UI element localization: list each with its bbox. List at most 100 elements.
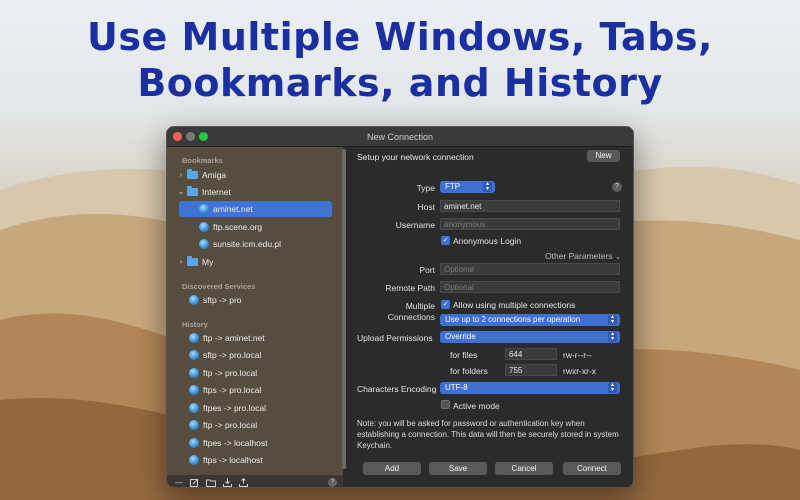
history-item-label: sftp -> pro.local — [203, 350, 262, 360]
chevron-right-icon[interactable]: › — [177, 167, 185, 183]
zoom-window-button[interactable] — [199, 132, 208, 141]
history-item-label: ftp -> aminet.net — [203, 333, 265, 343]
save-button[interactable]: Save — [429, 462, 487, 475]
chevron-down-icon[interactable]: ⌄ — [177, 184, 185, 200]
export-icon[interactable] — [239, 477, 248, 487]
encoding-select[interactable]: UTF-8 ▴ ▾ — [440, 382, 620, 394]
headline-line-2: Bookmarks, and History — [137, 61, 663, 105]
history-item[interactable]: ftpes -> localhost — [189, 435, 268, 451]
new-button[interactable]: New — [587, 150, 620, 162]
connect-button[interactable]: Connect — [563, 462, 621, 475]
sidebar-item-label: aminet.net — [213, 204, 253, 214]
folder-icon — [187, 256, 198, 266]
import-icon[interactable] — [223, 478, 232, 487]
chevron-updown-icon: ▴ ▾ — [608, 331, 617, 342]
username-field[interactable]: anonymous — [440, 218, 620, 230]
for-files-label: for files — [450, 350, 478, 360]
chevron-updown-icon: ▴ ▾ — [608, 314, 617, 325]
help-icon[interactable]: ? — [328, 477, 337, 487]
type-select[interactable]: FTP ▴ ▾ — [440, 181, 495, 193]
help-icon[interactable]: ? — [612, 182, 622, 192]
globe-icon — [189, 295, 199, 305]
allow-multiple-checkbox[interactable]: ✓ — [441, 300, 450, 309]
files-permission-field[interactable]: 644 — [505, 348, 557, 360]
globe-icon — [189, 350, 199, 360]
sidebar-item-amiga[interactable]: › Amiga — [177, 167, 226, 183]
for-folders-label: for folders — [450, 366, 488, 376]
sidebar-scrollbar[interactable] — [342, 149, 346, 469]
keychain-note: Note: you will be asked for password or … — [357, 419, 619, 450]
globe-icon — [189, 438, 199, 448]
connection-form: Setup your network connection New Type F… — [347, 147, 633, 487]
files-permission-text: rw-r--r-- — [563, 350, 592, 360]
sidebar-item-ftp-scene[interactable]: ftp.scene.org — [199, 219, 262, 235]
username-label: Username — [395, 220, 435, 230]
history-item-label: ftpes -> pro.local — [203, 403, 267, 413]
minus-icon[interactable]: — — [175, 478, 183, 487]
folders-permission-text: rwxr-xr-x — [563, 366, 597, 376]
cancel-button[interactable]: Cancel — [495, 462, 553, 475]
sidebar-item-internet[interactable]: ⌄ Internet — [177, 184, 231, 200]
sidebar-item-label: My — [202, 257, 214, 267]
history-item[interactable]: ftp -> aminet.net — [189, 330, 265, 346]
history-item[interactable]: ftpes -> pro.local — [189, 400, 266, 416]
allow-multiple-label: Allow using multiple connections — [453, 300, 576, 310]
connections-select-value: Use up to 2 connections per operation — [445, 315, 581, 324]
sidebar-item-discovered[interactable]: sftp -> pro — [189, 292, 242, 308]
port-field[interactable]: Optional — [440, 263, 620, 275]
globe-icon — [199, 204, 209, 214]
folders-permission-field[interactable]: 755 — [505, 364, 557, 376]
anonymous-login-label: Anonymous Login — [453, 236, 522, 246]
discovered-header: Discovered Services — [182, 282, 256, 291]
history-item[interactable]: ftp -> pro.local — [189, 417, 257, 433]
window-titlebar: New Connection — [167, 127, 633, 147]
add-button[interactable]: Add — [363, 462, 421, 475]
other-parameters-label: Other Parameters — [545, 251, 613, 261]
new-folder-icon[interactable] — [206, 478, 216, 487]
folder-icon — [187, 169, 198, 179]
window-title: New Connection — [366, 132, 434, 142]
remote-path-field[interactable]: Optional — [440, 281, 620, 293]
chevron-right-icon[interactable]: › — [177, 254, 185, 270]
type-select-value: FTP — [445, 182, 461, 191]
anonymous-login-checkbox[interactable]: ✓ — [441, 236, 450, 245]
encoding-select-value: UTF-8 — [445, 383, 468, 392]
globe-icon — [189, 455, 199, 465]
history-item[interactable]: ftps -> localhost — [189, 452, 263, 468]
sidebar-item-label: sftp -> pro — [203, 295, 242, 305]
upload-permissions-value: Override — [445, 332, 476, 341]
globe-icon — [189, 333, 199, 343]
sidebar-item-aminet[interactable]: aminet.net — [179, 201, 332, 217]
port-label: Port — [419, 265, 435, 275]
history-item-label: ftp -> pro.local — [203, 368, 258, 378]
minimize-window-button[interactable] — [186, 132, 195, 141]
history-item[interactable]: ftps -> pro.local — [189, 382, 261, 398]
globe-icon — [189, 385, 199, 395]
host-label: Host — [417, 202, 435, 212]
active-mode-label: Active mode — [453, 401, 500, 411]
history-header: History — [182, 320, 208, 329]
history-item-label: ftps -> pro.local — [203, 385, 262, 395]
globe-icon — [189, 368, 199, 378]
sidebar-item-label: sunsite.icm.edu.pl — [213, 239, 282, 249]
setup-text: Setup your network connection — [357, 152, 474, 162]
sidebar-item-sunsite[interactable]: sunsite.icm.edu.pl — [199, 236, 281, 252]
encoding-label: Characters Encoding — [357, 384, 437, 394]
other-parameters-toggle[interactable]: Other Parameters ⌄ — [545, 251, 621, 261]
sidebar-item-label: ftp.scene.org — [213, 222, 263, 232]
history-item-label: ftp -> pro.local — [203, 420, 258, 430]
close-window-button[interactable] — [173, 132, 182, 141]
connection-window: New Connection Bookmarks › Amiga ⌄ Inter… — [166, 126, 634, 488]
history-item[interactable]: sftp -> pro.local — [189, 347, 261, 363]
multiple-label-line-2: Connections — [387, 312, 435, 322]
edit-icon[interactable] — [190, 478, 199, 487]
upload-permissions-select[interactable]: Override ▴ ▾ — [440, 331, 620, 343]
connections-select[interactable]: Use up to 2 connections per operation ▴ ▾ — [440, 314, 620, 326]
active-mode-checkbox[interactable] — [441, 400, 450, 409]
host-field[interactable]: aminet.net — [440, 200, 620, 212]
history-item[interactable]: ftp -> pro.local — [189, 365, 257, 381]
sidebar-item-my[interactable]: › My — [177, 254, 213, 270]
sidebar: Bookmarks › Amiga ⌄ Internet aminet.net … — [167, 147, 343, 475]
globe-icon — [199, 222, 209, 232]
globe-icon — [189, 403, 199, 413]
